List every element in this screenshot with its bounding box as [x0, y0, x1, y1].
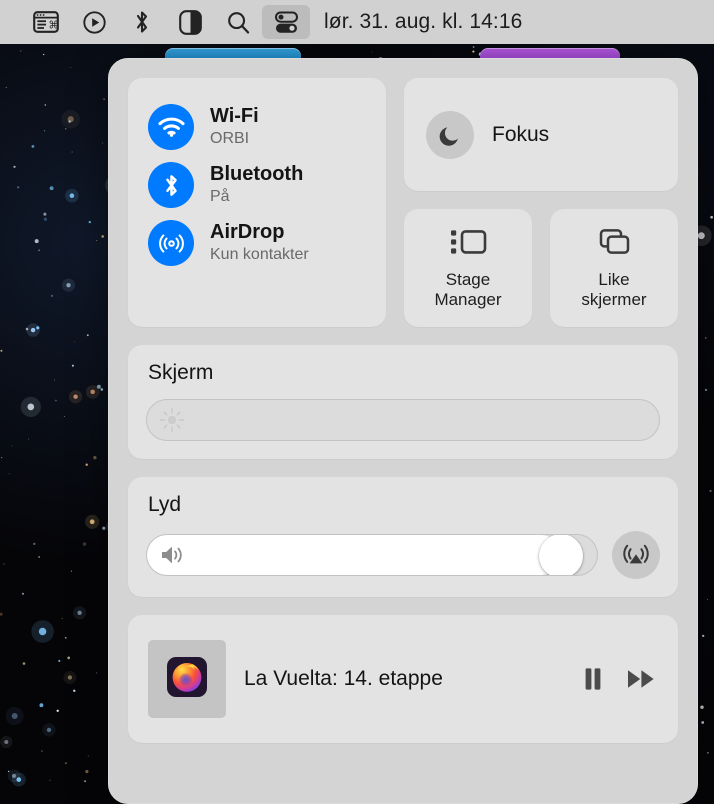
media-controls: [582, 666, 656, 692]
fast-forward-icon[interactable]: [626, 667, 656, 691]
bluetooth-text: Bluetooth På: [210, 163, 303, 206]
media-play-icon[interactable]: [70, 5, 118, 39]
brightness-icon: [159, 407, 185, 433]
focus-card[interactable]: Fokus: [404, 78, 678, 191]
control-center-top-row: Wi-Fi ORBI Bluetooth På AirDrop Kun kont…: [128, 78, 678, 327]
connectivity-card: Wi-Fi ORBI Bluetooth På AirDrop Kun kont…: [128, 78, 386, 327]
bluetooth-icon[interactable]: [118, 5, 166, 39]
airdrop-subtitle: Kun kontakter: [210, 246, 309, 264]
keyboard-shortcuts-icon[interactable]: ⌘: [22, 5, 70, 39]
control-center-right-column: Fokus Stage Manager Like skjermer: [404, 78, 678, 327]
sound-slider-row: [146, 531, 660, 579]
airdrop-row[interactable]: AirDrop Kun kontakter: [128, 214, 386, 272]
bluetooth-icon[interactable]: [148, 162, 194, 208]
stage-manager-icon: [447, 227, 489, 262]
firefox-icon: [166, 656, 208, 703]
wifi-subtitle: ORBI: [210, 130, 250, 148]
pause-icon[interactable]: [582, 666, 604, 692]
media-title: La Vuelta: 14. etappe: [244, 667, 443, 690]
speaker-icon: [159, 543, 189, 567]
volume-slider-fill: [147, 535, 561, 575]
wifi-title: Wi-Fi: [210, 105, 259, 128]
menu-bar-clock[interactable]: lør. 31. aug. kl. 14:16: [324, 10, 522, 34]
media-player-card: La Vuelta: 14. etappe: [128, 615, 678, 743]
wifi-icon[interactable]: [148, 104, 194, 150]
airplay-icon[interactable]: [612, 531, 660, 579]
wifi-text: Wi-Fi ORBI: [210, 105, 259, 148]
stage-manager-label: Stage Manager: [434, 270, 501, 308]
desktop: ⌘ lør. 31. aug. kl. 14:16 Wi-Fi ORBI Blu…: [0, 0, 714, 804]
media-album-art: [148, 640, 226, 718]
search-icon[interactable]: [214, 5, 262, 39]
display-contrast-icon[interactable]: [166, 5, 214, 39]
airdrop-text: AirDrop Kun kontakter: [210, 221, 309, 264]
display-slider-row: [146, 399, 660, 441]
svg-text:⌘: ⌘: [48, 20, 59, 32]
screen-mirroring-label-line2: skjermer: [581, 289, 647, 309]
brightness-slider[interactable]: [146, 399, 660, 441]
display-title: Skjerm: [148, 361, 214, 384]
menu-bar: ⌘ lør. 31. aug. kl. 14:16: [0, 0, 714, 44]
screen-mirroring-icon: [594, 227, 634, 262]
volume-slider[interactable]: [146, 534, 598, 576]
moon-icon: [426, 110, 474, 159]
screen-mirroring-tile[interactable]: Like skjermer: [550, 209, 678, 327]
sound-card: Lyd: [128, 477, 678, 597]
display-card: Skjerm: [128, 345, 678, 459]
stage-manager-tile[interactable]: Stage Manager: [404, 209, 532, 327]
bluetooth-title: Bluetooth: [210, 163, 304, 186]
control-center-tiles-row: Stage Manager Like skjermer: [404, 209, 678, 327]
stage-manager-label-line2: Manager: [434, 289, 502, 309]
sound-title: Lyd: [148, 493, 182, 516]
focus-label: Fokus: [492, 122, 550, 146]
control-center-icon[interactable]: [262, 5, 310, 39]
bluetooth-subtitle: På: [210, 188, 230, 206]
wifi-row[interactable]: Wi-Fi ORBI: [128, 98, 386, 156]
airdrop-icon[interactable]: [148, 220, 194, 266]
airdrop-title: AirDrop: [210, 221, 285, 244]
control-center-panel: Wi-Fi ORBI Bluetooth På AirDrop Kun kont…: [108, 58, 698, 804]
screen-mirroring-label-line1: Like: [598, 270, 630, 290]
volume-slider-knob[interactable]: [538, 535, 583, 575]
stage-manager-label-line1: Stage: [445, 270, 491, 290]
screen-mirroring-label: Like skjermer: [581, 270, 646, 308]
bluetooth-row[interactable]: Bluetooth På: [128, 156, 386, 214]
